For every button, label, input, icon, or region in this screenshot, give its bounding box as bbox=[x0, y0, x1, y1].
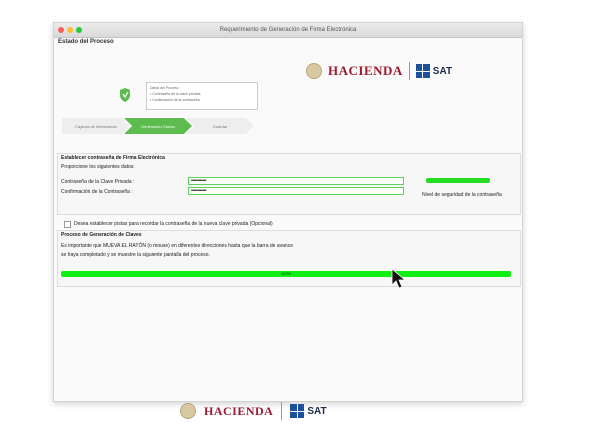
sat-logo-text: SAT bbox=[432, 65, 453, 77]
step-label: Generación Claves bbox=[140, 123, 176, 129]
password-panel-subtitle: Proporcione los siguientes datos: bbox=[61, 164, 135, 170]
sat-grid-icon bbox=[415, 64, 430, 78]
sat-logo: SAT bbox=[415, 64, 453, 78]
footer-logo-divider bbox=[281, 402, 283, 420]
step-captura: Captura de Información bbox=[62, 118, 130, 134]
minimize-window-button[interactable] bbox=[67, 27, 73, 33]
step-generacion: Generación Claves bbox=[124, 118, 192, 134]
step-info-line: • Confirmación de la contraseña bbox=[150, 98, 200, 102]
close-window-button[interactable] bbox=[58, 27, 64, 33]
hacienda-logo-text: HACIENDA bbox=[328, 63, 403, 78]
password-input[interactable]: •••••••••••• bbox=[188, 177, 404, 185]
estado-proceso-title: Estado del Proceso bbox=[58, 39, 114, 45]
hints-checkbox[interactable] bbox=[64, 221, 71, 228]
password-panel-title: Establecer contraseña de Firma Electróni… bbox=[61, 155, 165, 161]
logo-divider bbox=[408, 62, 410, 80]
sat-grid-icon bbox=[290, 404, 305, 418]
password-field-label: Contraseña de la Clave Privada : bbox=[61, 179, 135, 185]
step-info-box: Datos del Proceso • Contraseña de la cla… bbox=[146, 82, 258, 110]
password-panel: Establecer contraseña de Firma Electróni… bbox=[57, 153, 521, 215]
progress-panel-title: Proceso de Generación de Claves bbox=[61, 232, 142, 238]
hacienda-seal-icon bbox=[180, 403, 196, 419]
confirm-password-field-label: Confirmación de la Contraseña : bbox=[61, 189, 133, 195]
step-guardar: Guardar bbox=[186, 118, 254, 134]
mouse-pointer-icon bbox=[391, 268, 407, 289]
title-bar: Requerimiento de Generación de Firma Ele… bbox=[54, 23, 522, 38]
footer-hacienda-logo-text: HACIENDA bbox=[204, 403, 274, 418]
shield-icon bbox=[120, 88, 130, 102]
window-title: Requerimiento de Generación de Firma Ele… bbox=[219, 27, 357, 33]
step-label: Guardar bbox=[212, 123, 228, 129]
confirm-password-input[interactable]: •••••••••••• bbox=[188, 187, 404, 195]
footer-sat-logo-text: SAT bbox=[307, 405, 327, 417]
window-controls bbox=[58, 27, 82, 33]
progress-message-line1: Es importante que MUEVA EL RATÓN (o mous… bbox=[61, 243, 293, 249]
header-logos: HACIENDA SAT bbox=[306, 62, 452, 80]
password-strength-bar bbox=[426, 178, 490, 183]
maximize-window-button[interactable] bbox=[76, 27, 82, 33]
step-label: Captura de Información bbox=[75, 123, 117, 129]
progress-message-line2: se haya completado y se muestre la sigui… bbox=[61, 252, 210, 258]
step-wizard: Captura de Información Generación Claves… bbox=[62, 118, 254, 134]
hints-checkbox-label: Desea establecer pistas para recordar la… bbox=[74, 221, 273, 227]
progress-panel: Proceso de Generación de Claves Es impor… bbox=[57, 230, 521, 287]
progress-bar: 100% bbox=[61, 271, 511, 277]
password-strength-label: Nivel de seguridad de la contraseña bbox=[422, 192, 502, 198]
footer-logos: HACIENDA SAT bbox=[180, 402, 327, 420]
footer-sat-logo: SAT bbox=[290, 404, 327, 418]
hacienda-seal-icon bbox=[306, 63, 322, 79]
progress-bar-text: 100% bbox=[280, 271, 292, 276]
